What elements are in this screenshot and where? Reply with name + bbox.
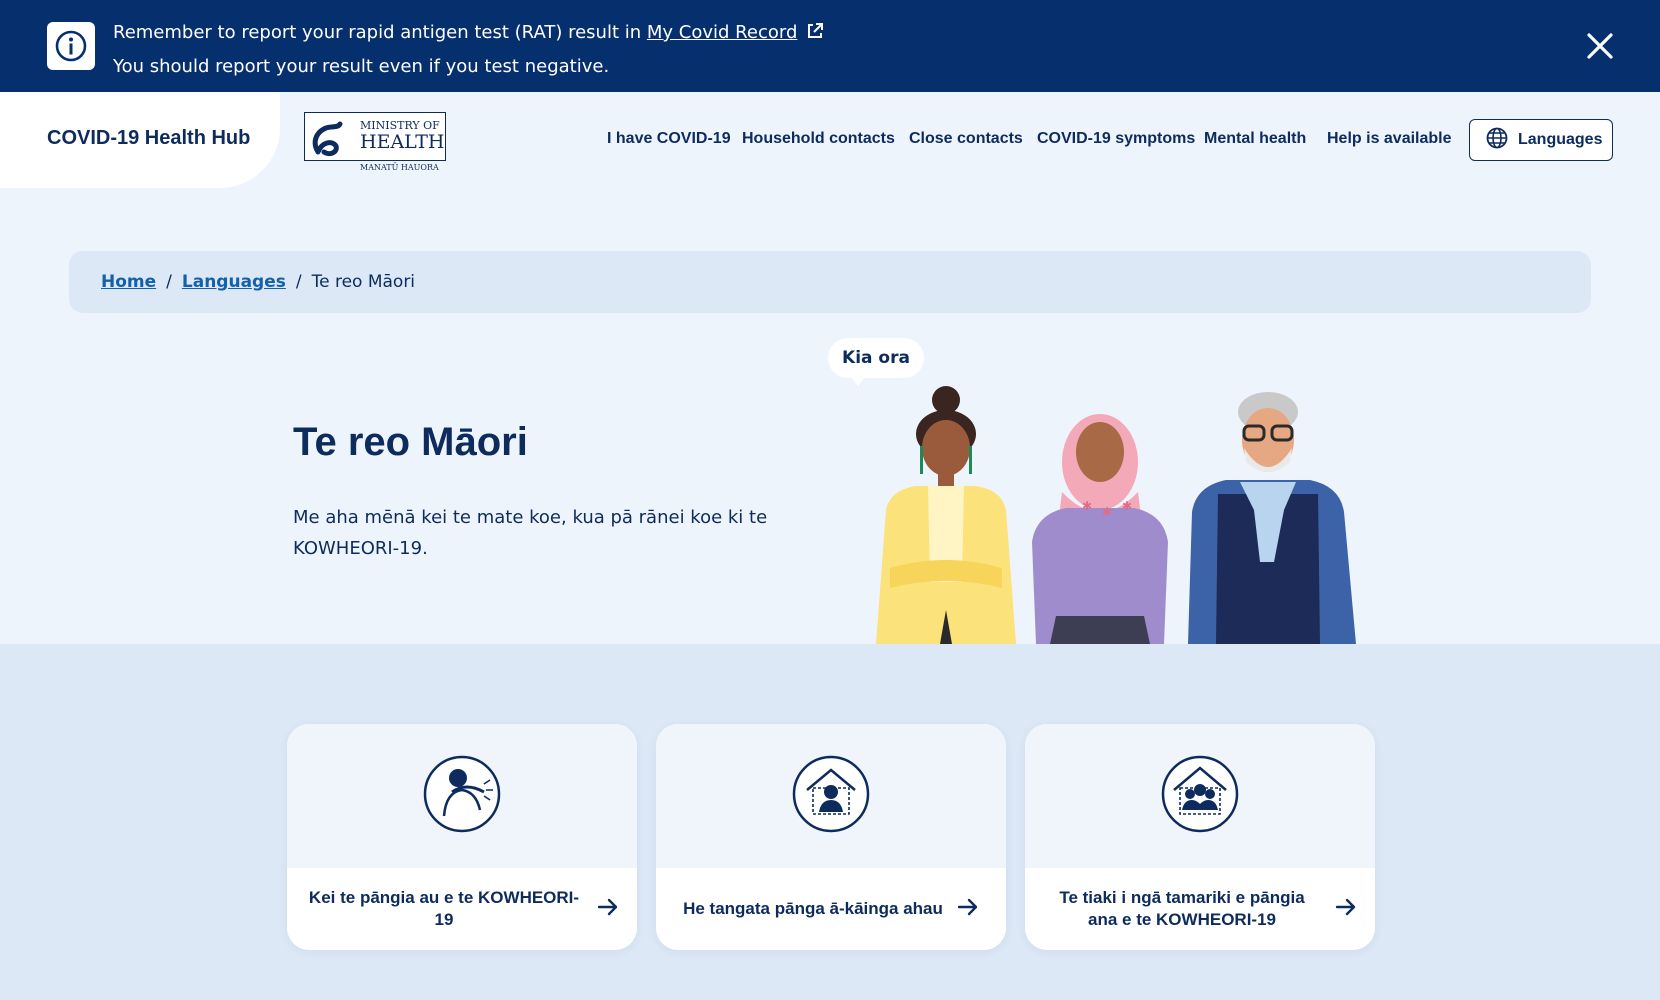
logo-text-manatu: MANATŪ HAUORA	[360, 163, 439, 172]
page-intro: Me aha mēnā kei te mate koe, kua pā rāne…	[293, 507, 768, 559]
arrow-right-icon	[957, 897, 979, 921]
breadcrumb-separator: /	[166, 272, 172, 292]
breadcrumb-separator: /	[295, 272, 302, 292]
alert-banner: Remember to report your rapid antigen te…	[0, 0, 1660, 92]
breadcrumb: Home / Languages / Te reo Māori	[69, 251, 1591, 313]
cards-section: Kei te pāngia au e te KOWHEORI-19 He tan…	[0, 644, 1660, 1000]
site-header: COVID-19 Health Hub MINISTRY OF HEALTH M…	[0, 92, 1660, 644]
card-icon-area	[656, 724, 1006, 868]
svg-text:✱: ✱	[1122, 499, 1132, 513]
card-children-care[interactable]: Te tiaki i ngā tamariki e pāngia ana e t…	[1025, 724, 1375, 950]
nav-help-available[interactable]: Help is available	[1327, 130, 1452, 148]
languages-button[interactable]: Languages	[1469, 119, 1613, 161]
card-icon-area	[287, 724, 637, 868]
card-footer: He tangata pānga ā-kāinga ahau	[656, 868, 1006, 950]
page-title: Te reo Māori	[293, 420, 528, 464]
older-man-figure	[1188, 392, 1356, 644]
nav-i-have-covid[interactable]: I have COVID-19	[607, 130, 731, 148]
languages-label: Languages	[1518, 131, 1603, 148]
breadcrumb-languages[interactable]: Languages	[182, 272, 286, 292]
nav-close-contacts[interactable]: Close contacts	[909, 130, 1023, 148]
card-label: Kei te pāngia au e te KOWHEORI-19	[308, 888, 580, 929]
alert-line1: Remember to report your rapid antigen te…	[113, 22, 642, 43]
card-household-contact[interactable]: He tangata pānga ā-kāinga ahau	[656, 724, 1006, 950]
speech-bubble: Kia ora	[828, 338, 924, 386]
breadcrumb-home[interactable]: Home	[101, 272, 156, 292]
close-icon[interactable]	[1584, 30, 1616, 62]
family-house-icon	[1160, 754, 1240, 838]
brand-block[interactable]: COVID-19 Health Hub	[0, 92, 280, 188]
external-link-icon	[805, 20, 825, 51]
svg-text:✱: ✱	[1082, 499, 1092, 513]
info-icon	[47, 22, 95, 70]
card-icon-area	[1025, 724, 1375, 868]
people-illustration: ✱ ✱ ✱	[876, 386, 1356, 644]
nav-household-contacts[interactable]: Household contacts	[742, 130, 895, 148]
arrow-right-icon	[1335, 897, 1357, 921]
site-name[interactable]: COVID-19 Health Hub	[47, 127, 250, 150]
woman-yellow-jacket-figure	[876, 386, 1016, 644]
my-covid-record-link[interactable]: My Covid Record	[647, 22, 797, 43]
alert-line2: You should report your result even if yo…	[113, 56, 610, 77]
arrow-right-icon	[597, 897, 619, 921]
nav-mental-health[interactable]: Mental health	[1204, 130, 1306, 148]
card-footer: Te tiaki i ngā tamariki e pāngia ana e t…	[1025, 868, 1375, 950]
globe-icon	[1486, 127, 1508, 154]
sick-person-icon	[422, 754, 502, 838]
card-footer: Kei te pāngia au e te KOWHEORI-19	[287, 868, 637, 950]
woman-pink-hijab-figure: ✱ ✱ ✱	[1032, 414, 1168, 644]
nav-covid-symptoms[interactable]: COVID-19 symptoms	[1037, 130, 1195, 148]
card-infected[interactable]: Kei te pāngia au e te KOWHEORI-19	[287, 724, 637, 950]
logo-text-health: HEALTH	[360, 131, 444, 153]
breadcrumb-current: Te reo Māori	[311, 272, 416, 292]
alert-message: Remember to report your rapid antigen te…	[113, 17, 825, 82]
household-person-icon	[791, 754, 871, 838]
card-label: He tangata pānga ā-kāinga ahau	[683, 899, 943, 918]
ministry-of-health-logo[interactable]: MINISTRY OF HEALTH MANATŪ HAUORA	[304, 112, 448, 172]
card-label: Te tiaki i ngā tamariki e pāngia ana e t…	[1059, 888, 1305, 929]
svg-text:✱: ✱	[1102, 505, 1112, 519]
